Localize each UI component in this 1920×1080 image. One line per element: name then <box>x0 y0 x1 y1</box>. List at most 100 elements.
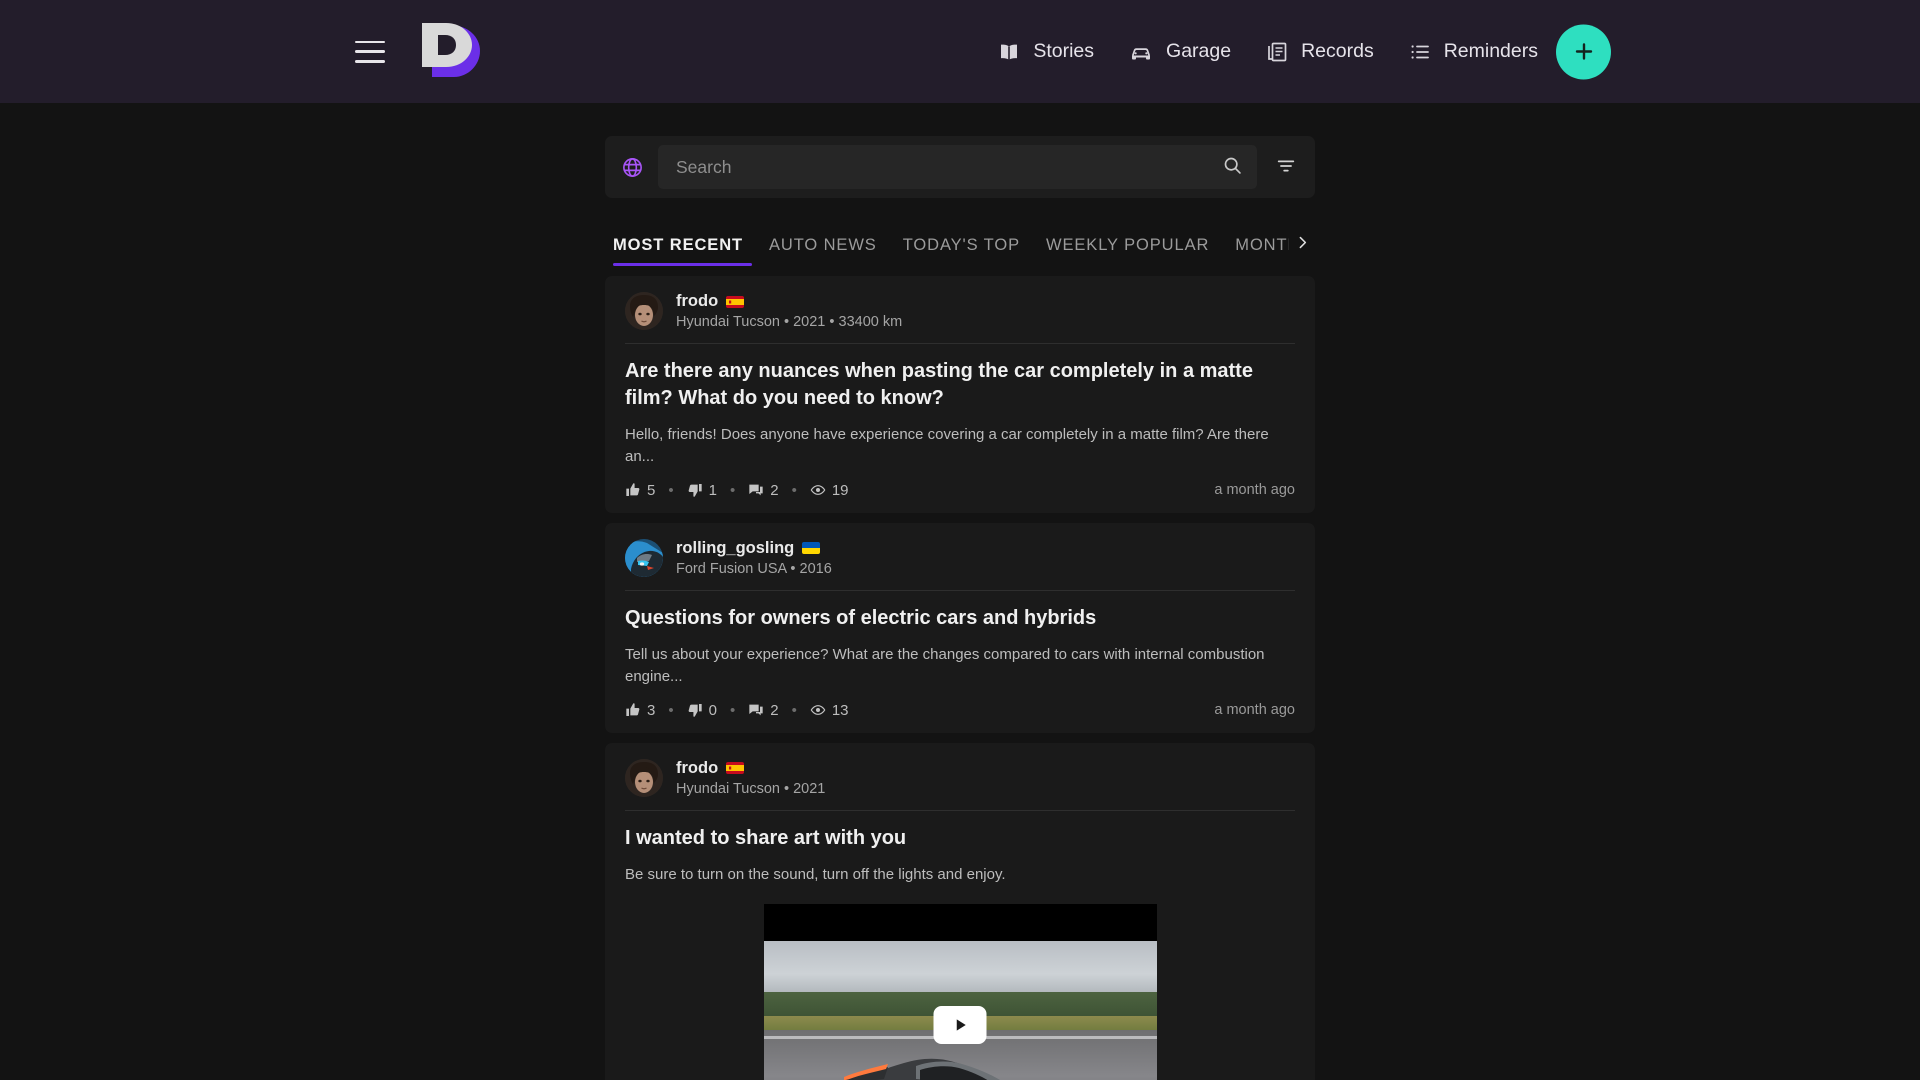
post-card[interactable]: frodo Hyundai Tucson • 2021 • 33400 km A… <box>605 276 1315 513</box>
divider <box>625 343 1295 344</box>
feed-column: MOST RECENT AUTO NEWS TODAY'S TOP WEEKLY… <box>605 136 1315 1080</box>
dislike-stat[interactable]: 0 <box>687 702 717 719</box>
post-stats: 5 • 1 • 2 • 19 a month ago <box>625 482 1295 499</box>
post-timestamp: a month ago <box>1214 702 1295 719</box>
author-name[interactable]: frodo <box>676 759 718 778</box>
like-stat[interactable]: 3 <box>625 702 655 719</box>
list-icon <box>1408 40 1432 64</box>
stat-separator: • <box>668 481 674 499</box>
tabs-scroller: MOST RECENT AUTO NEWS TODAY'S TOP WEEKLY… <box>605 236 1289 266</box>
dislike-count: 1 <box>708 481 717 499</box>
post-video-wrap <box>625 904 1295 1080</box>
post-header: frodo Hyundai Tucson • 2021 <box>625 758 1295 797</box>
author-row: rolling_gosling <box>676 539 832 558</box>
search-box[interactable] <box>658 145 1257 189</box>
comment-stat[interactable]: 2 <box>748 481 779 499</box>
post-excerpt: Be sure to turn on the sound, turn off t… <box>625 866 1006 884</box>
thumbs-down-icon <box>687 702 703 718</box>
menu-toggle-button[interactable] <box>355 40 385 63</box>
search-panel <box>605 136 1315 198</box>
thumbs-up-icon <box>625 482 641 498</box>
main-navigation: Stories Garage Records Reminders <box>997 40 1538 64</box>
plus-icon <box>1572 40 1596 64</box>
comment-icon <box>748 482 764 498</box>
filter-icon <box>1275 155 1297 180</box>
filter-button[interactable] <box>1271 155 1301 180</box>
search-input[interactable] <box>676 156 1222 178</box>
spain-flag-icon <box>726 295 745 308</box>
comment-stat[interactable]: 2 <box>748 701 779 719</box>
post-title[interactable]: Questions for owners of electric cars an… <box>625 605 1295 632</box>
ukraine-flag-icon <box>802 542 821 555</box>
author-name[interactable]: frodo <box>676 292 718 311</box>
play-icon <box>951 1016 969 1034</box>
add-new-button[interactable] <box>1556 24 1611 79</box>
hamburger-bar <box>355 40 385 43</box>
nav-item-stories[interactable]: Stories <box>997 40 1094 64</box>
app-header: Stories Garage Records Reminders <box>0 0 1920 103</box>
like-count: 5 <box>647 481 656 499</box>
tab-monthly-popular[interactable]: MONTHLY P <box>1222 236 1289 266</box>
author-row: frodo <box>676 292 902 311</box>
comment-count: 2 <box>770 481 779 499</box>
divider <box>625 809 1295 811</box>
video-car <box>820 1046 1070 1080</box>
nav-item-reminders[interactable]: Reminders <box>1408 40 1538 64</box>
tabs-next-button[interactable] <box>1289 234 1315 266</box>
divider <box>625 589 1295 591</box>
play-button[interactable] <box>933 1005 987 1044</box>
eye-icon <box>810 482 826 498</box>
search-icon <box>1222 155 1243 179</box>
book-icon <box>997 40 1021 64</box>
avatar[interactable] <box>625 538 663 577</box>
post-author-block: rolling_gosling Ford Fusion USA • 2016 <box>676 539 832 577</box>
post-card[interactable]: frodo Hyundai Tucson • 2021 I wanted to … <box>605 742 1315 1080</box>
comment-count: 2 <box>770 701 779 719</box>
like-stat[interactable]: 5 <box>625 482 655 499</box>
post-stats: 3 • 0 • 2 • 13 a month ago <box>625 702 1295 719</box>
thumbs-up-icon <box>625 702 641 718</box>
tab-todays-top[interactable]: TODAY'S TOP <box>890 236 1033 266</box>
views-stat: 19 <box>810 482 849 499</box>
post-header: rolling_gosling Ford Fusion USA • 2016 <box>625 538 1295 577</box>
like-count: 3 <box>647 701 656 719</box>
nav-label-stories: Stories <box>1033 40 1095 62</box>
eye-icon <box>810 702 826 718</box>
author-row: frodo <box>676 759 825 778</box>
hamburger-bar <box>355 60 385 63</box>
author-car-info: Ford Fusion USA • 2016 <box>676 560 832 577</box>
stat-separator: • <box>729 481 736 499</box>
stat-separator: • <box>791 701 797 719</box>
chevron-right-icon <box>1294 234 1311 256</box>
app-logo[interactable] <box>412 21 482 83</box>
nav-label-reminders: Reminders <box>1443 40 1538 62</box>
tab-auto-news[interactable]: AUTO NEWS <box>756 236 890 266</box>
thumbs-down-icon <box>687 482 703 498</box>
nav-item-garage[interactable]: Garage <box>1128 40 1231 64</box>
views-count: 19 <box>831 481 849 499</box>
post-title[interactable]: I wanted to share art with you <box>625 825 1295 852</box>
dislike-stat[interactable]: 1 <box>687 482 717 499</box>
video-player[interactable] <box>763 904 1157 1080</box>
nav-label-garage: Garage <box>1166 40 1232 62</box>
nav-label-records: Records <box>1301 40 1374 62</box>
post-header: frodo Hyundai Tucson • 2021 • 33400 km <box>625 292 1295 330</box>
post-title[interactable]: Are there any nuances when pasting the c… <box>625 358 1295 411</box>
globe-icon[interactable] <box>621 156 644 179</box>
post-author-block: frodo Hyundai Tucson • 2021 <box>676 759 825 797</box>
tab-weekly-popular[interactable]: WEEKLY POPULAR <box>1033 236 1222 266</box>
comment-icon <box>748 702 764 718</box>
avatar[interactable] <box>625 292 663 330</box>
avatar[interactable] <box>625 758 663 797</box>
hamburger-bar <box>355 50 385 53</box>
dislike-count: 0 <box>708 701 717 719</box>
views-count: 13 <box>831 701 849 719</box>
search-button[interactable] <box>1222 155 1243 179</box>
tab-most-recent[interactable]: MOST RECENT <box>605 236 756 266</box>
documents-icon <box>1265 40 1289 64</box>
post-author-block: frodo Hyundai Tucson • 2021 • 33400 km <box>676 292 902 330</box>
author-name[interactable]: rolling_gosling <box>676 539 794 558</box>
nav-item-records[interactable]: Records <box>1265 40 1374 64</box>
post-card[interactable]: rolling_gosling Ford Fusion USA • 2016 Q… <box>605 522 1315 733</box>
car-icon <box>1128 40 1154 64</box>
